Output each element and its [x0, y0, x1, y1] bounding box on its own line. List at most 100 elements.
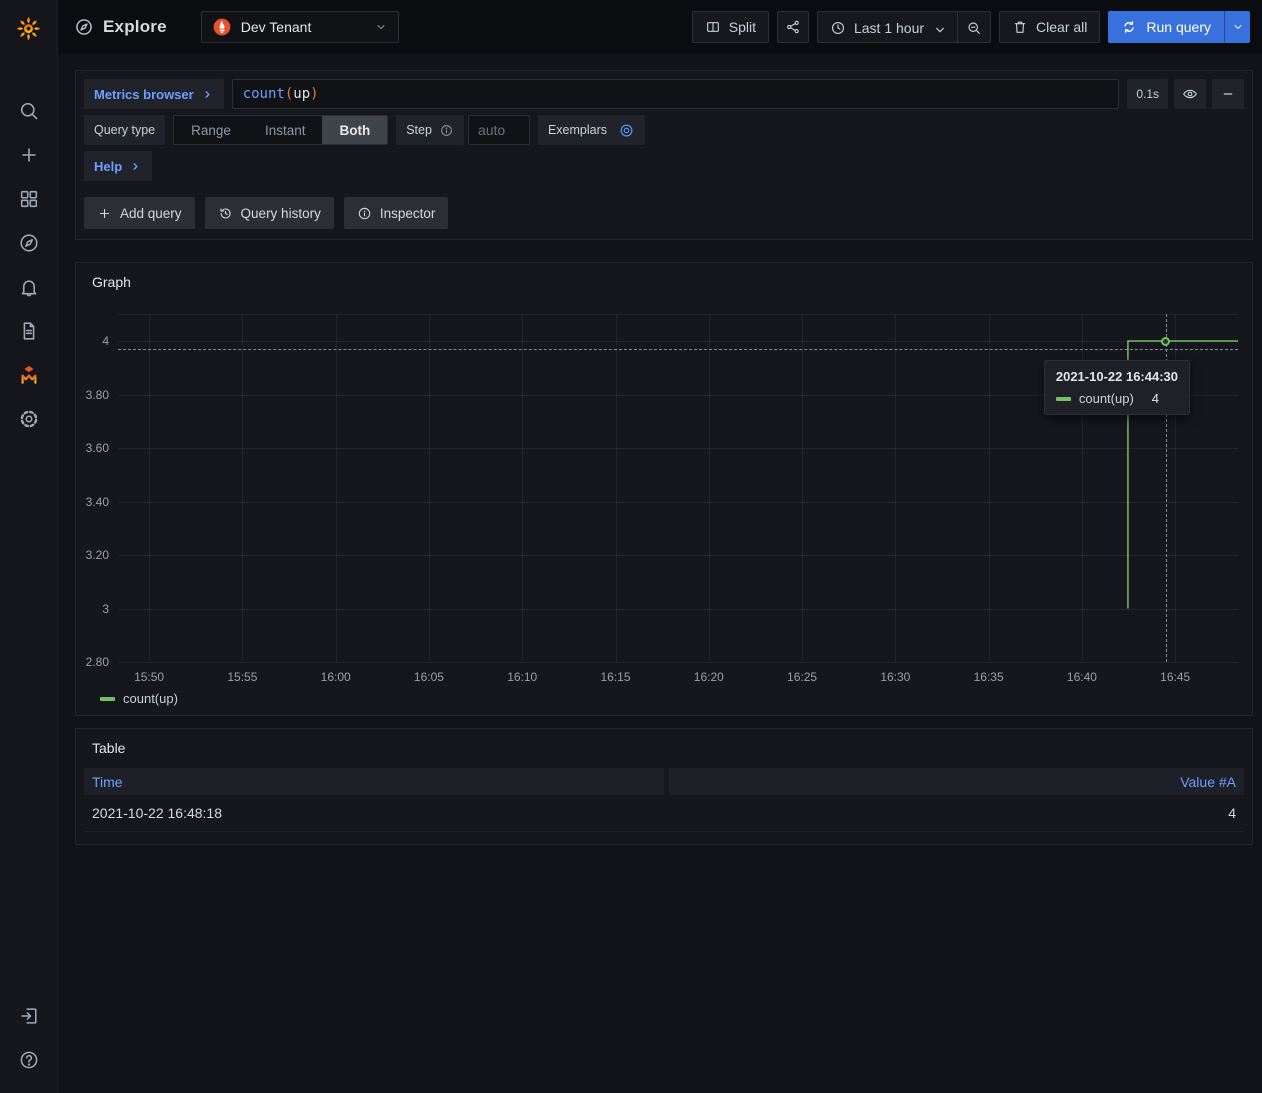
- datasource-picker[interactable]: Dev Tenant: [201, 11, 399, 43]
- query-expression-input[interactable]: count(up): [232, 79, 1120, 109]
- share-button[interactable]: [777, 11, 809, 43]
- x-axis-tick-label: 16:30: [867, 670, 923, 684]
- legend-label: count(up): [123, 691, 178, 706]
- table-panel: Table Time Value #A 2021-10-22 16:48:18 …: [75, 728, 1253, 845]
- table-header-row: Time Value #A: [84, 768, 1244, 795]
- explore-compass-icon: [74, 17, 94, 37]
- exemplars-label: Exemplars: [548, 123, 607, 137]
- time-picker-group: Last 1 hour: [817, 11, 991, 43]
- prometheus-icon: [212, 17, 232, 37]
- add-query-button[interactable]: Add query: [84, 197, 195, 229]
- main-column: Explore Dev Tenant: [58, 0, 1262, 1093]
- x-axis-tick-label: 15:50: [121, 670, 177, 684]
- run-query-button[interactable]: Run query: [1108, 11, 1224, 43]
- split-button[interactable]: Split: [692, 11, 769, 43]
- query-actions-row: Add query Query history Inspector: [84, 197, 1244, 229]
- clear-all-button[interactable]: Clear all: [999, 11, 1100, 43]
- x-axis-tick-label: 16:15: [588, 670, 644, 684]
- code-paren-open: (: [285, 86, 293, 102]
- run-query-caret[interactable]: [1224, 11, 1250, 43]
- x-axis-tick-label: 16:25: [774, 670, 830, 684]
- x-axis-tick-label: 16:40: [1054, 670, 1110, 684]
- legend-swatch: [100, 697, 115, 701]
- sign-in-icon[interactable]: [18, 1005, 40, 1027]
- query-type-instant[interactable]: Instant: [248, 116, 323, 144]
- y-axis-tick-label: 4: [76, 334, 109, 348]
- tooltip-series-value: 4: [1152, 391, 1159, 406]
- y-axis-tick-label: 3.40: [76, 495, 109, 509]
- sidebar-nav: [18, 100, 40, 430]
- metrics-browser-button[interactable]: Metrics browser: [84, 79, 224, 109]
- clear-all-label: Clear all: [1036, 19, 1087, 35]
- exemplars-field: Exemplars: [538, 115, 645, 145]
- step-input[interactable]: [468, 115, 530, 145]
- top-toolbar: Explore Dev Tenant: [58, 0, 1262, 54]
- help-label: Help: [94, 159, 122, 174]
- help-question-icon[interactable]: [18, 1049, 40, 1071]
- grafana-logo-icon[interactable]: [0, 0, 57, 54]
- app-root: Explore Dev Tenant: [0, 0, 1262, 1093]
- column-header-time[interactable]: Time: [84, 768, 664, 795]
- x-axis-tick-label: 16:00: [308, 670, 364, 684]
- inspector-button[interactable]: Inspector: [344, 197, 449, 229]
- dashboards-icon[interactable]: [18, 188, 40, 210]
- graph-tooltip: 2021-10-22 16:44:30 count(up) 4: [1044, 360, 1190, 415]
- query-type-range[interactable]: Range: [174, 116, 248, 144]
- sidebar-bottom: [18, 1005, 40, 1071]
- mimir-logo-icon[interactable]: [18, 364, 40, 386]
- code-paren-close: ): [310, 86, 318, 102]
- add-query-label: Add query: [120, 206, 182, 221]
- gridline: [118, 662, 1238, 663]
- query-history-button[interactable]: Query history: [205, 197, 334, 229]
- zoom-out-button[interactable]: [958, 12, 990, 43]
- table-panel-title: Table: [84, 729, 1244, 756]
- query-editor-panel: Metrics browser count(up) 0.1s: [75, 70, 1253, 240]
- explore-content: Metrics browser count(up) 0.1s: [58, 54, 1262, 845]
- inspector-label: Inspector: [380, 206, 436, 221]
- y-axis-tick-label: 3.80: [76, 388, 109, 402]
- exemplars-toggle-icon[interactable]: [618, 122, 635, 139]
- clock-icon: [830, 20, 846, 36]
- page-title-area: Explore: [74, 17, 167, 37]
- graph-panel: Graph 2021-10-22 16:44:30 count(up) 4 43…: [75, 262, 1253, 716]
- alerting-bell-icon[interactable]: [18, 276, 40, 298]
- step-field-label: Step: [396, 115, 464, 145]
- chevron-right-icon: [129, 160, 142, 173]
- toggle-visibility-button[interactable]: [1174, 79, 1206, 109]
- x-axis-tick-label: 16:20: [681, 670, 737, 684]
- cell-time: 2021-10-22 16:48:18: [84, 795, 664, 831]
- remove-query-button[interactable]: [1212, 79, 1244, 109]
- query-type-both[interactable]: Both: [322, 116, 387, 144]
- sync-icon: [1121, 19, 1137, 35]
- query-options-row: Query type Range Instant Both Step: [84, 115, 1244, 145]
- query-type-label: Query type: [84, 115, 165, 145]
- create-plus-icon[interactable]: [18, 144, 40, 166]
- graph-plot-area[interactable]: 2021-10-22 16:44:30 count(up) 4 4 3.80 3.6…: [76, 263, 1252, 715]
- help-button[interactable]: Help: [84, 151, 152, 181]
- time-range-picker[interactable]: Last 1 hour: [818, 12, 957, 43]
- zoom-out-icon: [966, 20, 982, 36]
- query-type-radio-group: Range Instant Both: [173, 115, 388, 145]
- search-icon[interactable]: [18, 100, 40, 122]
- datasource-name: Dev Tenant: [241, 19, 312, 35]
- query-duration-badge: 0.1s: [1127, 79, 1168, 109]
- y-axis-tick-label: 3.60: [76, 441, 109, 455]
- chevron-down-icon: [932, 22, 945, 35]
- code-function: count: [243, 86, 285, 102]
- y-axis-tick-label: 3.20: [76, 548, 109, 562]
- chevron-right-icon: [201, 88, 214, 101]
- explore-compass-icon[interactable]: [18, 232, 40, 254]
- hover-point-marker: [1161, 337, 1170, 346]
- step-label-text: Step: [406, 123, 432, 137]
- y-axis-tick-label: 3: [76, 602, 109, 616]
- x-axis-tick-label: 16:10: [494, 670, 550, 684]
- info-circle-icon: [439, 123, 454, 138]
- column-header-value[interactable]: Value #A: [669, 768, 1244, 795]
- sidebar: [0, 0, 58, 1093]
- x-axis-tick-label: 16:45: [1147, 670, 1203, 684]
- settings-gear-icon[interactable]: [18, 408, 40, 430]
- document-icon[interactable]: [18, 320, 40, 342]
- tooltip-series-row: count(up) 4: [1056, 391, 1178, 406]
- run-query-group: Run query: [1108, 11, 1250, 43]
- graph-legend[interactable]: count(up): [100, 691, 178, 706]
